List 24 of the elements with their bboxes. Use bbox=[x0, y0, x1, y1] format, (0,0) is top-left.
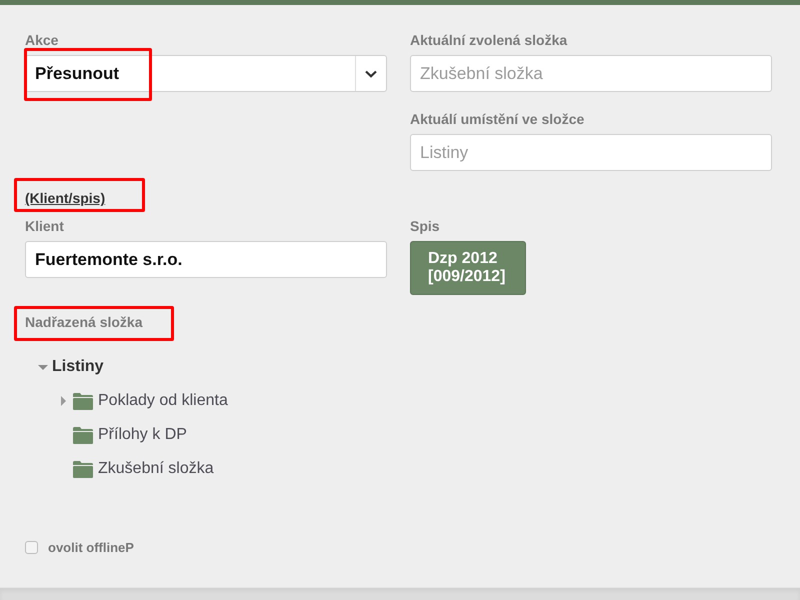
field-label: Akce bbox=[25, 32, 58, 48]
tree-item-label[interactable]: Přílohy k DP bbox=[98, 426, 187, 444]
chevron-down-icon bbox=[365, 70, 377, 78]
tree-item-label[interactable]: Poklady od klienta bbox=[98, 392, 228, 410]
section-label: Nadřazená složka bbox=[25, 314, 142, 330]
current-location-field[interactable]: Listiny bbox=[410, 134, 772, 171]
caret-down-icon[interactable] bbox=[38, 364, 48, 370]
folder-icon bbox=[73, 426, 93, 444]
checkbox-label: ovolit offlineP bbox=[48, 540, 134, 554]
caret-right-icon[interactable] bbox=[60, 396, 66, 406]
file-button[interactable]: Dzp 2012 [009/2012] bbox=[410, 241, 526, 295]
field-label: Aktuální zvolená složka bbox=[410, 32, 568, 48]
folder-icon bbox=[73, 392, 93, 410]
tree-item-label[interactable]: Zkušební složka bbox=[98, 460, 214, 478]
checkbox[interactable] bbox=[25, 540, 38, 554]
field-label: Aktuálí umístění ve složce bbox=[410, 111, 584, 127]
field-label: Spis bbox=[410, 218, 440, 234]
folder-icon bbox=[73, 460, 93, 478]
current-folder-field[interactable]: Zkušební složka bbox=[410, 55, 772, 92]
client-field[interactable]: Fuertemonte s.r.o. bbox=[25, 241, 387, 278]
field-label: Klient bbox=[25, 218, 64, 234]
client-file-link[interactable]: (Klient/spis) bbox=[25, 188, 106, 208]
tree-item-label[interactable]: Listiny bbox=[52, 358, 104, 376]
action-select[interactable]: Přesunout bbox=[25, 55, 387, 92]
